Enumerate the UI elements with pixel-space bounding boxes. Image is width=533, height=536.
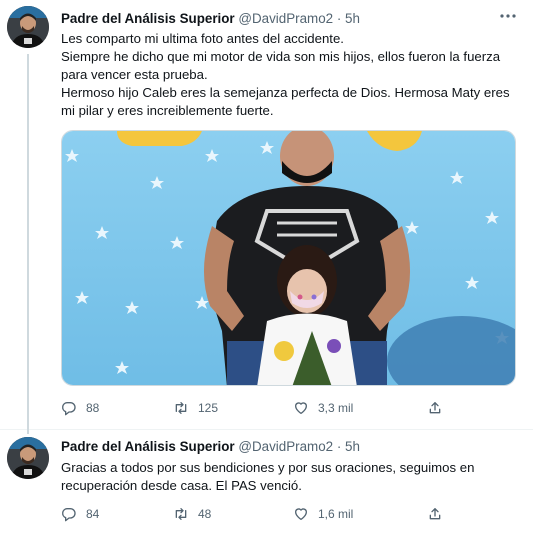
separator: ·	[336, 11, 342, 26]
retweet-button[interactable]: 48	[173, 504, 211, 524]
tweet-text-line: Hermoso hijo Caleb eres la semejanza per…	[61, 85, 510, 100]
heart-icon	[295, 402, 307, 414]
separator: ·	[336, 439, 342, 454]
tweet-text-line: Siempre he dicho que mi motor de vida so…	[61, 49, 501, 64]
avatar-image	[7, 6, 49, 48]
tweet[interactable]: Padre del Análisis Superior @DavidPramo2…	[0, 430, 533, 536]
avatar-image	[7, 437, 49, 479]
tweet-actions: 84 48 1,6 mil	[61, 504, 481, 524]
retweet-icon	[175, 508, 187, 520]
reply-count: 88	[86, 401, 100, 415]
tweet[interactable]: Padre del Análisis Superior @DavidPramo2…	[0, 0, 533, 434]
author-name[interactable]: Padre del Análisis Superior	[61, 439, 235, 454]
retweet-count: 48	[198, 507, 212, 521]
retweet-button[interactable]: 125	[173, 398, 218, 418]
author-handle[interactable]: @DavidPramo2	[238, 11, 333, 26]
share-icon	[429, 402, 441, 414]
share-icon	[429, 508, 441, 520]
tweet-text-line: recuperación desde casa. El PAS venció.	[61, 478, 302, 493]
thread-line	[27, 54, 29, 434]
reply-icon	[62, 402, 76, 416]
author-handle[interactable]: @DavidPramo2	[238, 439, 333, 454]
avatar[interactable]	[7, 6, 49, 48]
tweet-text: Gracias a todos por sus bendiciones y po…	[61, 459, 517, 495]
reply-icon	[62, 508, 76, 522]
tweet-text: Les comparto mi ultima foto antes del ac…	[61, 30, 517, 120]
photo-image	[62, 131, 515, 385]
tweet-photo[interactable]	[61, 130, 516, 386]
tweet-header: Padre del Análisis Superior @DavidPramo2…	[61, 439, 360, 455]
reply-button[interactable]: 88	[61, 398, 99, 418]
tweet-text-line: para vencer esta prueba.	[61, 67, 208, 82]
share-button[interactable]	[427, 398, 443, 418]
timestamp[interactable]: 5h	[345, 439, 360, 454]
tweet-text-line: Les comparto mi ultima foto antes del ac…	[61, 31, 344, 46]
timestamp[interactable]: 5h	[345, 11, 360, 26]
reply-count: 84	[86, 507, 100, 521]
like-count: 1,6 mil	[318, 507, 354, 521]
avatar[interactable]	[7, 437, 49, 479]
tweet-actions: 88 125 3,3 mil	[61, 398, 481, 418]
tweet-text-line: Gracias a todos por sus bendiciones y po…	[61, 460, 475, 475]
like-count: 3,3 mil	[318, 401, 354, 415]
reply-button[interactable]: 84	[61, 504, 99, 524]
tweet-text-line: mi pilar y eres increiblemente fuerte.	[61, 103, 274, 118]
retweet-icon	[175, 402, 187, 414]
like-button[interactable]: 3,3 mil	[293, 398, 353, 418]
share-button[interactable]	[427, 504, 443, 524]
author-name[interactable]: Padre del Análisis Superior	[61, 11, 235, 26]
more-icon[interactable]	[497, 8, 519, 24]
retweet-count: 125	[198, 401, 219, 415]
like-button[interactable]: 1,6 mil	[293, 504, 353, 524]
tweet-header: Padre del Análisis Superior @DavidPramo2…	[61, 11, 360, 27]
heart-icon	[295, 508, 307, 520]
